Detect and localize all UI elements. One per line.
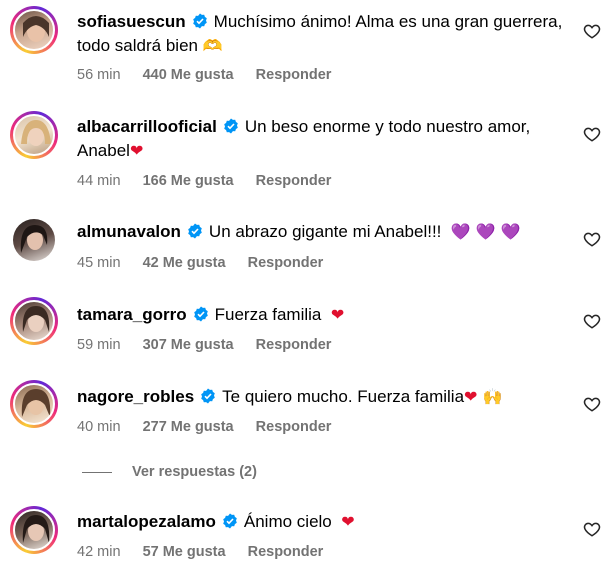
red-heart-emoji: ❤ (341, 512, 355, 531)
comment-meta: 40 min 277 Me gusta Responder (77, 417, 349, 437)
comment-time[interactable]: 42 min (77, 544, 121, 560)
comment-time[interactable]: 40 min (77, 419, 121, 435)
reply-button[interactable]: Responder (256, 419, 332, 435)
comment-likes[interactable]: 307 Me gusta (143, 337, 234, 353)
comment-likes[interactable]: 42 Me gusta (143, 255, 226, 271)
comment-username[interactable]: nagore_robles (77, 387, 194, 406)
comment-likes[interactable]: 166 Me gusta (143, 173, 234, 189)
avatar-portrait-icon (22, 306, 50, 332)
avatar[interactable] (10, 111, 58, 159)
view-replies-button[interactable]: Ver respuestas (2) (82, 462, 257, 482)
comment-likes[interactable]: 440 Me gusta (143, 67, 234, 83)
avatar[interactable] (13, 219, 55, 261)
verified-badge-icon (188, 223, 202, 239)
verified-badge-icon (201, 388, 215, 404)
like-heart-icon[interactable] (583, 520, 601, 538)
replies-divider (82, 471, 112, 473)
comment-body: sofiasuescun Muchísimo ánimo! Alma es una… (77, 10, 573, 58)
verified-badge-icon (193, 306, 208, 322)
reply-button[interactable]: Responder (248, 255, 324, 271)
heart-hands-emoji: 🫶 (202, 36, 223, 55)
red-heart-emoji: ❤ (330, 305, 345, 324)
heart-and-hands-emoji: ❤ 🙌 (464, 387, 503, 406)
comment-time[interactable]: 44 min (77, 173, 121, 189)
avatar-portrait-icon (23, 16, 49, 42)
comment-meta: 59 min 307 Me gusta Responder (77, 335, 349, 355)
reply-button[interactable]: Responder (256, 173, 332, 189)
comment-time[interactable]: 45 min (77, 255, 121, 271)
like-heart-icon[interactable] (583, 22, 601, 40)
comment-body: martalopezalamo Ánimo cielo ❤ (77, 510, 573, 534)
comment-username[interactable]: tamara_gorro (77, 305, 187, 324)
reply-button[interactable]: Responder (248, 544, 324, 560)
comment-body: albacarrillooficial Un beso enorme y todo… (77, 115, 573, 163)
comment-text: Te quiero mucho. Fuerza familia (222, 387, 465, 406)
avatar-portrait-icon (22, 515, 50, 543)
comment-meta: 44 min 166 Me gusta Responder (77, 171, 349, 191)
comment-username[interactable]: albacarrillooficial (77, 117, 217, 136)
comment-body: almunavalon Un abrazo gigante mi Anabel!!… (77, 220, 573, 244)
avatar-portrait-icon (21, 389, 51, 417)
comment-time[interactable]: 56 min (77, 67, 121, 83)
comment-body: tamara_gorro Fuerza familia ❤ (77, 303, 573, 327)
reply-button[interactable]: Responder (256, 337, 332, 353)
like-heart-icon[interactable] (583, 312, 601, 330)
comment-meta: 45 min 42 Me gusta Responder (77, 253, 341, 273)
comment-text: Un abrazo gigante mi Anabel!!! (208, 222, 442, 241)
avatar[interactable] (10, 506, 58, 554)
like-heart-icon[interactable] (583, 230, 601, 248)
comment-meta: 42 min 57 Me gusta Responder (77, 542, 341, 562)
verified-badge-icon (224, 118, 238, 134)
red-heart-emoji: ❤ (129, 141, 144, 160)
comment-username[interactable]: almunavalon (77, 222, 181, 241)
comment-time[interactable]: 59 min (77, 337, 121, 353)
avatar[interactable] (10, 380, 58, 428)
comment-text: Ánimo cielo (243, 512, 332, 531)
comment-likes[interactable]: 57 Me gusta (143, 544, 226, 560)
verified-badge-icon (192, 13, 207, 29)
comment-username[interactable]: martalopezalamo (77, 512, 216, 531)
comment-likes[interactable]: 277 Me gusta (143, 419, 234, 435)
avatar-portrait-icon (20, 225, 48, 253)
like-heart-icon[interactable] (583, 125, 601, 143)
avatar[interactable] (10, 297, 58, 345)
purple-heart-emoji: 💜 💜 💜 (450, 222, 521, 241)
comment-text: Fuerza familia (214, 305, 322, 324)
comment-username[interactable]: sofiasuescun (77, 12, 186, 31)
verified-badge-icon (223, 513, 237, 529)
like-heart-icon[interactable] (583, 395, 601, 413)
comment-meta: 56 min 440 Me gusta Responder (77, 65, 349, 85)
avatar[interactable] (10, 6, 58, 54)
view-replies-label: Ver respuestas (2) (132, 464, 257, 480)
comment-body: nagore_robles Te quiero mucho. Fuerza fam… (77, 385, 573, 409)
avatar-portrait-icon (21, 120, 51, 146)
reply-button[interactable]: Responder (256, 67, 332, 83)
